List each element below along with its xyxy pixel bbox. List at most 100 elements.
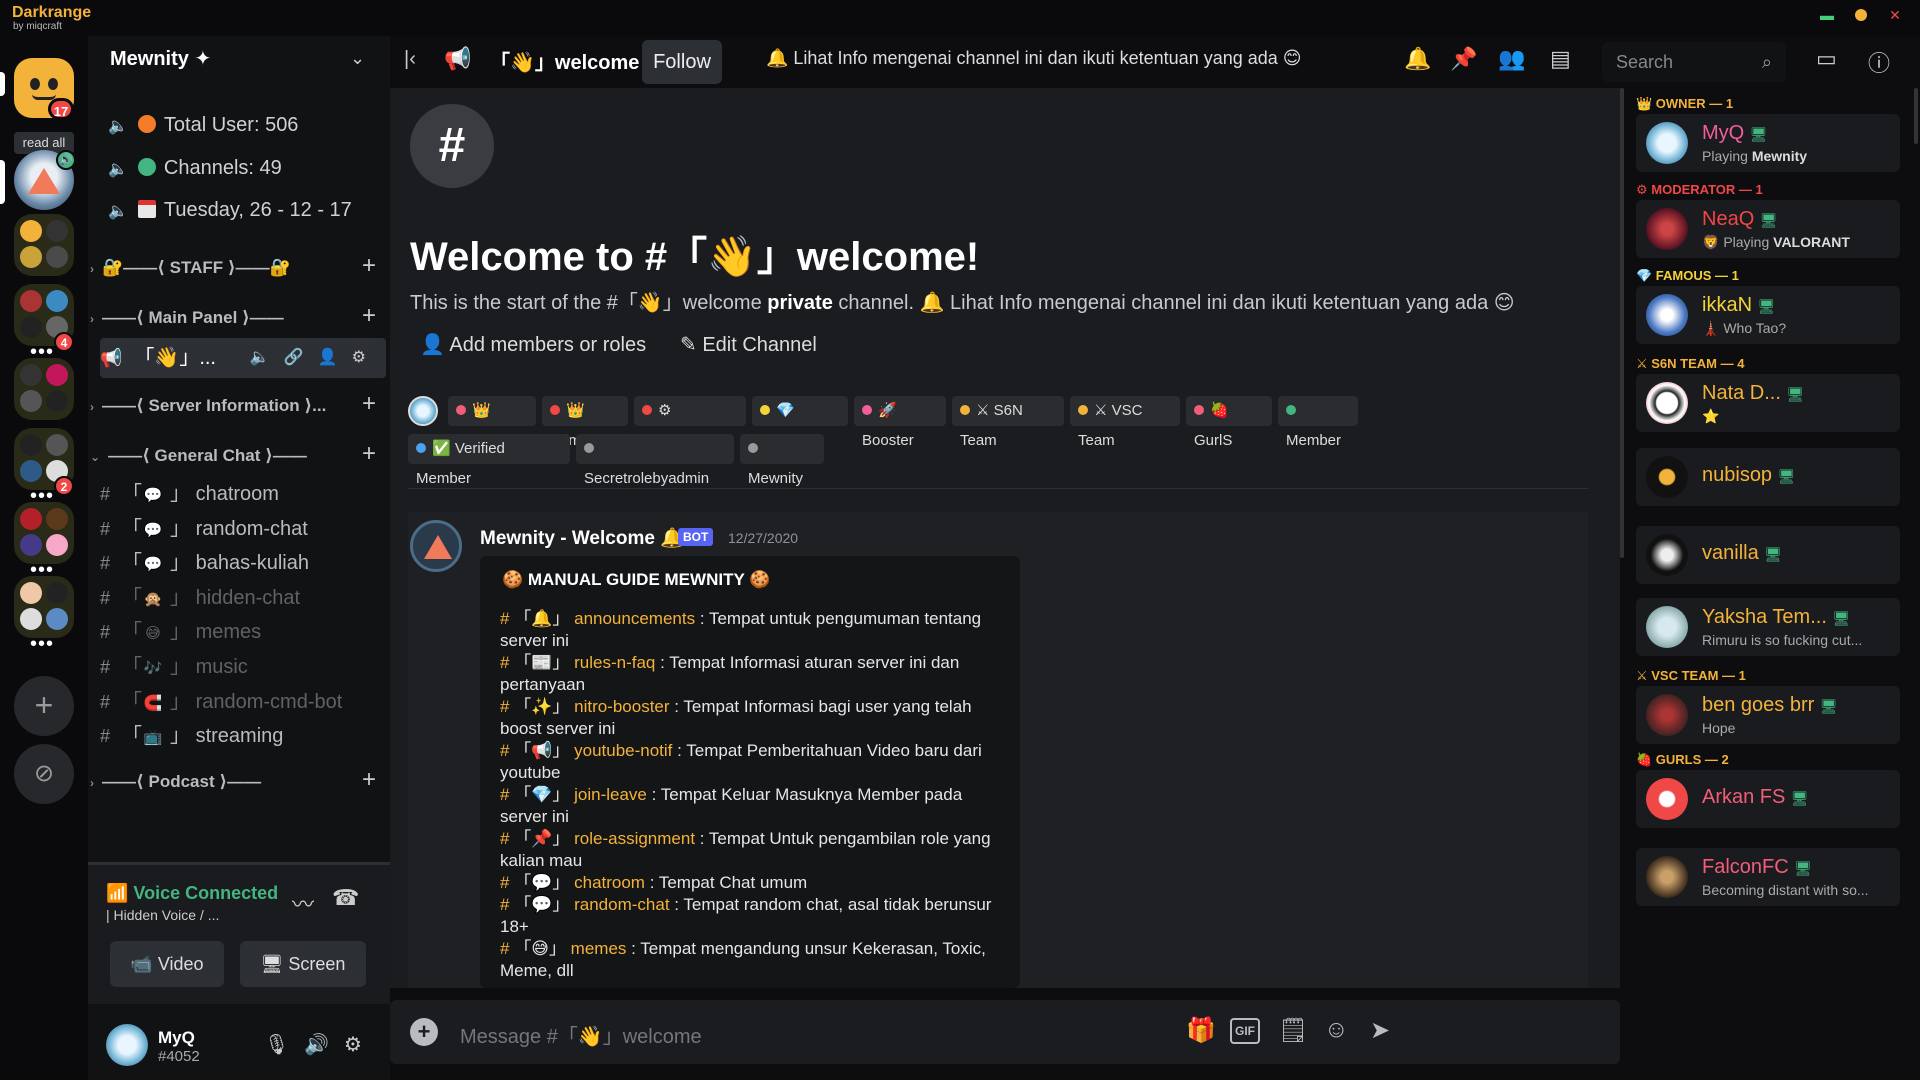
category-general-chat[interactable]: ⌄ ——⟨ General Chat ⟩—— +: [90, 442, 380, 468]
role-pill[interactable]: 👑 Admin: [542, 396, 628, 449]
search-input[interactable]: Search ⌕: [1602, 42, 1786, 82]
send-icon[interactable]: ➤: [1370, 1016, 1390, 1045]
follow-button[interactable]: Follow: [642, 40, 722, 84]
video-button[interactable]: 📹 Video: [110, 941, 224, 987]
threads-icon[interactable]: ▤: [1550, 46, 1571, 72]
gift-icon[interactable]: 🎁: [1186, 1016, 1216, 1045]
avatar[interactable]: [106, 1024, 148, 1066]
stat-channels[interactable]: 🔈 Channels: 49: [108, 153, 282, 183]
channel-topic[interactable]: 🔔 Lihat Info mengenai channel ini dan ik…: [766, 48, 1302, 69]
microphone-icon[interactable]: 🎙: [264, 1032, 289, 1057]
message-author[interactable]: Mewnity - Welcome 🔔: [480, 526, 684, 550]
emoji-icon[interactable]: ☺: [1324, 1016, 1349, 1044]
minimize-button[interactable]: ▬: [1816, 6, 1838, 24]
gif-button[interactable]: GIF: [1230, 1018, 1260, 1044]
guide-channel-link[interactable]: chatroom: [574, 873, 645, 892]
invite-icon[interactable]: 👤: [318, 349, 352, 366]
role-pill[interactable]: Mewnity: [740, 434, 824, 487]
server-folder-1[interactable]: [14, 214, 74, 276]
member-scrollbar[interactable]: [1914, 88, 1918, 144]
create-channel-button[interactable]: +: [362, 442, 376, 466]
channel-item-memes[interactable]: # 「😅 」 memes: [100, 614, 386, 650]
server-folder-6[interactable]: [14, 576, 74, 638]
user-settings-gear-icon[interactable]: ⚙: [344, 1032, 362, 1057]
category-server-information[interactable]: › ——⟨ Server Information ⟩... +: [90, 392, 380, 418]
message-input[interactable]: Message #「👋」welcome: [460, 1020, 702, 1049]
edit-channel-button[interactable]: ✎ Edit Channel: [680, 332, 817, 357]
member-item[interactable]: FalconFC 🖥 Becoming distant with so...: [1636, 848, 1900, 906]
member-item[interactable]: vanilla 🖥: [1636, 526, 1900, 584]
role-pill[interactable]: ⚙ Moderator: [634, 396, 746, 449]
category-staff[interactable]: › 🔐——⟨ STAFF ⟩——🔐 +: [90, 254, 380, 280]
server-folder-5[interactable]: [14, 502, 74, 564]
channel-item-welcome[interactable]: 📢 「👋」... 🔈🔗👤⚙: [100, 338, 386, 378]
role-pill[interactable]: ⚔ VSC Team: [1070, 396, 1180, 449]
collapse-sidebar-icon[interactable]: |‹: [404, 48, 416, 71]
explore-servers-button[interactable]: ⊘: [14, 744, 74, 804]
avatar[interactable]: [408, 396, 438, 426]
add-members-button[interactable]: 👤 Add members or roles: [420, 332, 646, 357]
member-item[interactable]: NeaQ 🖥 🦁 Playing VALORANT: [1636, 200, 1900, 258]
inbox-icon[interactable]: ▭: [1816, 46, 1837, 72]
voice-channel-sub[interactable]: | Hidden Voice / ...: [106, 907, 219, 923]
channel-item-hidden-chat[interactable]: # 「🙊 」 hidden-chat: [100, 580, 386, 616]
pin-icon[interactable]: 📌: [1450, 46, 1477, 72]
channel-item-music[interactable]: # 「🎶 」 music: [100, 649, 386, 685]
server-header[interactable]: Mewnity ✦ ⌄: [88, 36, 390, 84]
bell-icon[interactable]: 🔔: [1404, 46, 1431, 72]
role-pill[interactable]: ✅ Verified Member: [408, 434, 570, 487]
guide-channel-link[interactable]: announcements: [574, 609, 695, 628]
role-pill[interactable]: 🚀 Booster: [854, 396, 946, 449]
role-pill[interactable]: 💎 Famous: [752, 396, 848, 449]
bot-avatar[interactable]: [410, 520, 462, 572]
channel-item-random-chat[interactable]: # 「💬 」 random-chat: [100, 511, 386, 547]
guide-channel-link[interactable]: random-chat: [574, 895, 669, 914]
category-main-panel[interactable]: › ——⟨ Main Panel ⟩—— +: [90, 304, 380, 330]
disconnect-icon[interactable]: ☎: [332, 885, 359, 911]
member-item[interactable]: ikkaN 🖥 🗼 Who Tao?: [1636, 286, 1900, 344]
role-pill[interactable]: 👑 Owner: [448, 396, 536, 449]
member-item[interactable]: MyQ 🖥 Playing Mewnity: [1636, 114, 1900, 172]
volume-icon[interactable]: 🔈: [250, 349, 284, 366]
members-icon[interactable]: 👥: [1498, 46, 1525, 72]
message-composer[interactable]: + Message #「👋」welcome 🎁 GIF 🗒 ☺ ➤: [390, 1000, 1620, 1064]
member-item[interactable]: nubisop 🖥: [1636, 448, 1900, 506]
member-item[interactable]: Arkan FS 🖥: [1636, 770, 1900, 828]
member-item[interactable]: Nata D... 🖥 ⭐: [1636, 374, 1900, 432]
guide-channel-link[interactable]: youtube-notif: [574, 741, 672, 760]
sticker-icon[interactable]: 🗒: [1278, 1016, 1308, 1045]
guide-channel-link[interactable]: rules-n-faq: [574, 653, 655, 672]
member-item[interactable]: Yaksha Tem... 🖥 Rimuru is so fucking cut.…: [1636, 598, 1900, 656]
guide-channel-link[interactable]: join-leave: [574, 785, 647, 804]
guide-channel-link[interactable]: nitro-booster: [574, 697, 669, 716]
create-channel-button[interactable]: +: [362, 254, 376, 278]
guide-channel-link[interactable]: role-assignment: [574, 829, 695, 848]
channel-item-random-cmd-bot[interactable]: # 「🧲 」 random-cmd-bot: [100, 684, 386, 720]
headphones-icon[interactable]: 🔊: [304, 1032, 329, 1057]
member-item[interactable]: ben goes brr 🖥 Hope: [1636, 686, 1900, 744]
create-channel-button[interactable]: +: [362, 768, 376, 792]
role-pill[interactable]: ⚔ S6N Team: [952, 396, 1064, 449]
voice-status[interactable]: 📶 Voice Connected: [106, 883, 278, 904]
close-button[interactable]: ✕: [1884, 6, 1906, 24]
settings-gear-icon[interactable]: ⚙: [352, 349, 380, 366]
add-server-button[interactable]: +: [14, 676, 74, 736]
guide-channel-link[interactable]: memes: [571, 939, 627, 958]
channel-item-streaming[interactable]: # 「📺 」 streaming: [100, 718, 386, 754]
stat-total-user[interactable]: 🔈 Total User: 506: [108, 110, 298, 140]
role-pill[interactable]: Secretrolebyadmin: [576, 434, 734, 487]
create-channel-button[interactable]: +: [362, 392, 376, 416]
role-pill[interactable]: 🍓 GurlS: [1186, 396, 1272, 449]
link-icon[interactable]: 🔗: [284, 349, 318, 366]
create-channel-button[interactable]: +: [362, 304, 376, 328]
server-folder-3[interactable]: [14, 358, 74, 420]
screen-share-button[interactable]: 🖥 Screen: [240, 941, 366, 987]
upload-plus-button[interactable]: +: [410, 1018, 438, 1046]
category-podcast[interactable]: › ——⟨ Podcast ⟩—— +: [90, 768, 380, 794]
chat-scrollbar[interactable]: [1620, 88, 1624, 558]
noise-suppression-icon[interactable]: 〰: [292, 887, 314, 919]
channel-item-bahas-kuliah[interactable]: # 「💬 」 bahas-kuliah: [100, 545, 386, 581]
channel-item-chatroom[interactable]: # 「💬 」 chatroom: [100, 476, 386, 512]
help-icon[interactable]: ⓘ: [1868, 46, 1890, 78]
stat-date[interactable]: 🔈 Tuesday, 26 - 12 - 17: [108, 195, 352, 225]
